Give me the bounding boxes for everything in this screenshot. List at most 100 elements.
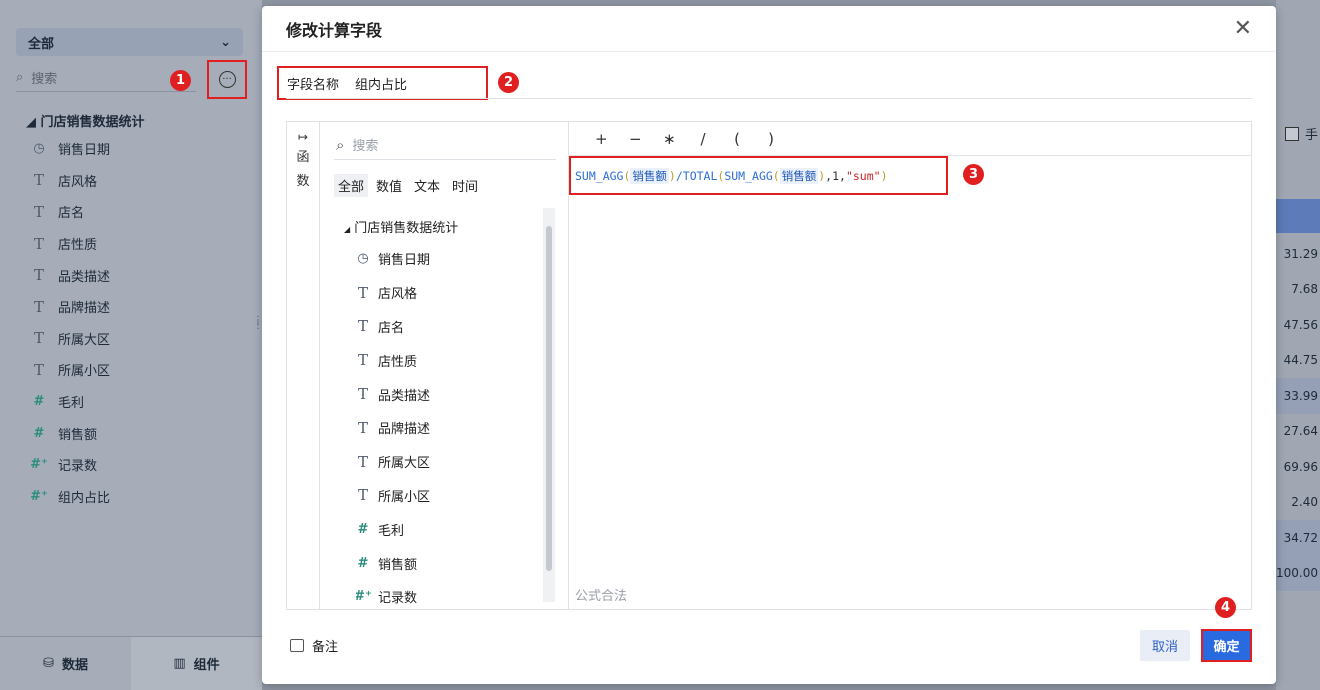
function-panel-toggle[interactable]: ↦ 函 数 bbox=[287, 122, 320, 609]
text-type-icon: T bbox=[357, 351, 368, 370]
table-cell: 44.75 bbox=[1283, 353, 1318, 368]
tab-text[interactable]: 文本 bbox=[410, 174, 444, 197]
sidebar-field-item[interactable]: T 所属大区 bbox=[32, 323, 110, 355]
left-paren-button[interactable]: ( bbox=[731, 130, 743, 148]
sidebar-field-label: 店名 bbox=[58, 206, 85, 222]
text-type-icon: T bbox=[357, 385, 368, 404]
minus-operator-button[interactable]: − bbox=[629, 130, 642, 148]
sidebar-field-item[interactable]: # 毛利 bbox=[32, 386, 110, 418]
caret-icon: ◢ bbox=[26, 115, 36, 130]
field-item[interactable]: T 品类描述 bbox=[356, 377, 536, 411]
dataset-select[interactable]: 全部 ⌄ bbox=[16, 28, 243, 56]
tab-data[interactable]: ⛁ 数据 bbox=[0, 637, 131, 690]
field-item[interactable]: T 店性质 bbox=[356, 343, 536, 377]
field-item[interactable]: # 毛利 bbox=[356, 512, 536, 546]
sidebar-field-item[interactable]: #⁺ 组内占比 bbox=[30, 481, 110, 513]
text-type-icon: T bbox=[357, 317, 368, 336]
field-sidebar: 全部 ⌄ ⌕ 搜索 ··· ◢ 门店销售数据统计 ◷ 销售日期 T 店风格 T 店名 … bbox=[0, 0, 262, 690]
tab-number[interactable]: 数值 bbox=[372, 174, 406, 197]
cancel-button[interactable]: 取消 bbox=[1140, 630, 1190, 661]
field-tree-root[interactable]: ◢ 门店销售数据统计 bbox=[344, 217, 458, 236]
divide-operator-button[interactable]: / bbox=[697, 130, 709, 148]
field-item-label: 品牌描述 bbox=[378, 422, 431, 438]
sidebar-search[interactable]: ⌕ 搜索 bbox=[16, 64, 196, 92]
formula-field-token: 销售额 bbox=[779, 167, 819, 184]
field-item-label: 毛利 bbox=[378, 523, 405, 539]
field-item-label: 销售额 bbox=[378, 557, 418, 573]
field-item[interactable]: T 所属小区 bbox=[356, 479, 536, 513]
sidebar-field-item[interactable]: T 品类描述 bbox=[32, 259, 110, 291]
sidebar-field-item[interactable]: T 品牌描述 bbox=[32, 291, 110, 323]
sidebar-field-item[interactable]: #⁺ 记录数 bbox=[30, 449, 110, 481]
formula-string: "sum" bbox=[845, 168, 881, 183]
calc-number-icon: #⁺ bbox=[30, 457, 48, 473]
chevron-down-icon: ⌄ bbox=[220, 34, 231, 50]
formula-paren: ) bbox=[668, 168, 676, 183]
field-item[interactable]: T 店名 bbox=[356, 310, 536, 344]
field-name-label: 字段名称 bbox=[287, 77, 340, 93]
field-panel: ⌕ 搜索 全部 数值 文本 时间 ◢ 门店销售数据统计 ◷ 销售日期 T 店风格 T… bbox=[320, 122, 569, 609]
text-type-icon: T bbox=[33, 234, 44, 253]
multiply-operator-button[interactable]: ∗ bbox=[663, 130, 676, 148]
field-item[interactable]: ◷ 销售日期 bbox=[356, 242, 536, 276]
field-type-tabs: 全部 数值 文本 时间 bbox=[334, 174, 482, 197]
field-item-label: 店风格 bbox=[378, 287, 418, 303]
formula-function: SUM_AGG bbox=[575, 168, 624, 183]
table-cell: 2.40 bbox=[1291, 495, 1318, 510]
sidebar-field-item[interactable]: T 所属小区 bbox=[32, 354, 110, 386]
sidebar-field-label: 销售日期 bbox=[58, 143, 111, 159]
sidebar-field-item[interactable]: T 店性质 bbox=[32, 228, 110, 260]
expand-arrow-icon: ↦ bbox=[297, 130, 309, 144]
field-item-label: 销售日期 bbox=[378, 253, 431, 269]
remark-button[interactable]: 备注 bbox=[290, 636, 338, 655]
field-item-label: 品类描述 bbox=[378, 388, 431, 404]
formula-editor: ↦ 函 数 ⌕ 搜索 全部 数值 文本 时间 ◢ 门店销售数据统计 ◷ 销售日期 … bbox=[286, 121, 1252, 610]
sidebar-tree-root[interactable]: ◢ 门店销售数据统计 bbox=[26, 111, 145, 130]
sidebar-tree-root-label: 门店销售数据统计 bbox=[40, 115, 145, 130]
formula-args: ,1, bbox=[825, 168, 846, 183]
sidebar-field-item[interactable]: # 销售额 bbox=[32, 417, 110, 449]
sidebar-field-item[interactable]: ◷ 销售日期 bbox=[32, 133, 110, 165]
field-item[interactable]: T 品牌描述 bbox=[356, 411, 536, 445]
checkbox-box bbox=[1285, 126, 1299, 141]
annotation-badge-3: 3 bbox=[963, 164, 984, 185]
field-name-input[interactable]: 组内占比 bbox=[355, 74, 407, 93]
field-item[interactable]: #⁺ 记录数 bbox=[356, 580, 536, 609]
dialog-header: 修改计算字段 ✕ bbox=[262, 6, 1276, 52]
plus-operator-button[interactable]: + bbox=[595, 130, 608, 148]
field-name-row: 字段名称 组内占比 bbox=[277, 66, 488, 100]
tab-time[interactable]: 时间 bbox=[448, 174, 482, 197]
function-toggle-label-2: 数 bbox=[296, 174, 310, 189]
formula-paren: ( bbox=[772, 168, 780, 183]
sidebar-search-placeholder: 搜索 bbox=[31, 72, 58, 87]
caret-icon: ◢ bbox=[344, 225, 351, 234]
table-cell: 33.99 bbox=[1276, 378, 1320, 414]
sidebar-field-item[interactable]: T 店名 bbox=[32, 196, 110, 228]
close-icon[interactable]: ✕ bbox=[1234, 17, 1252, 40]
tab-all[interactable]: 全部 bbox=[334, 174, 369, 197]
dataset-select-label: 全部 bbox=[28, 36, 55, 52]
table-cell: 27.64 bbox=[1283, 424, 1318, 439]
field-list-scrollbar[interactable] bbox=[543, 208, 555, 602]
formula-status: 公式合法 bbox=[575, 589, 628, 604]
table-cell: 47.56 bbox=[1283, 317, 1318, 332]
confirm-button[interactable]: 确定 bbox=[1201, 629, 1252, 662]
more-options-button[interactable]: ··· bbox=[207, 60, 247, 99]
table-cell: 31.29 bbox=[1283, 246, 1318, 261]
field-item-label: 所属小区 bbox=[378, 489, 431, 505]
sidebar-field-label: 店性质 bbox=[58, 238, 98, 254]
sidebar-field-item[interactable]: T 店风格 bbox=[32, 165, 110, 197]
formula-input[interactable]: SUM_AGG ( 销售额 ) /TOTAL ( SUM_AGG ( 销售额 )… bbox=[569, 156, 948, 195]
table-cell: 100.00 bbox=[1276, 555, 1320, 591]
field-item-label: 所属大区 bbox=[378, 456, 431, 472]
field-search-input[interactable]: ⌕ 搜索 bbox=[334, 130, 556, 160]
manual-checkbox[interactable]: 手 bbox=[1285, 124, 1318, 143]
sidebar-field-label: 销售额 bbox=[58, 427, 98, 443]
field-item[interactable]: # 销售额 bbox=[356, 546, 536, 580]
remark-label: 备注 bbox=[312, 640, 339, 655]
field-item[interactable]: T 店风格 bbox=[356, 276, 536, 310]
tab-components[interactable]: ▥ 组件 bbox=[131, 637, 262, 690]
field-item[interactable]: T 所属大区 bbox=[356, 445, 536, 479]
scrollbar-thumb[interactable] bbox=[546, 226, 552, 571]
right-paren-button[interactable]: ) bbox=[765, 130, 777, 148]
